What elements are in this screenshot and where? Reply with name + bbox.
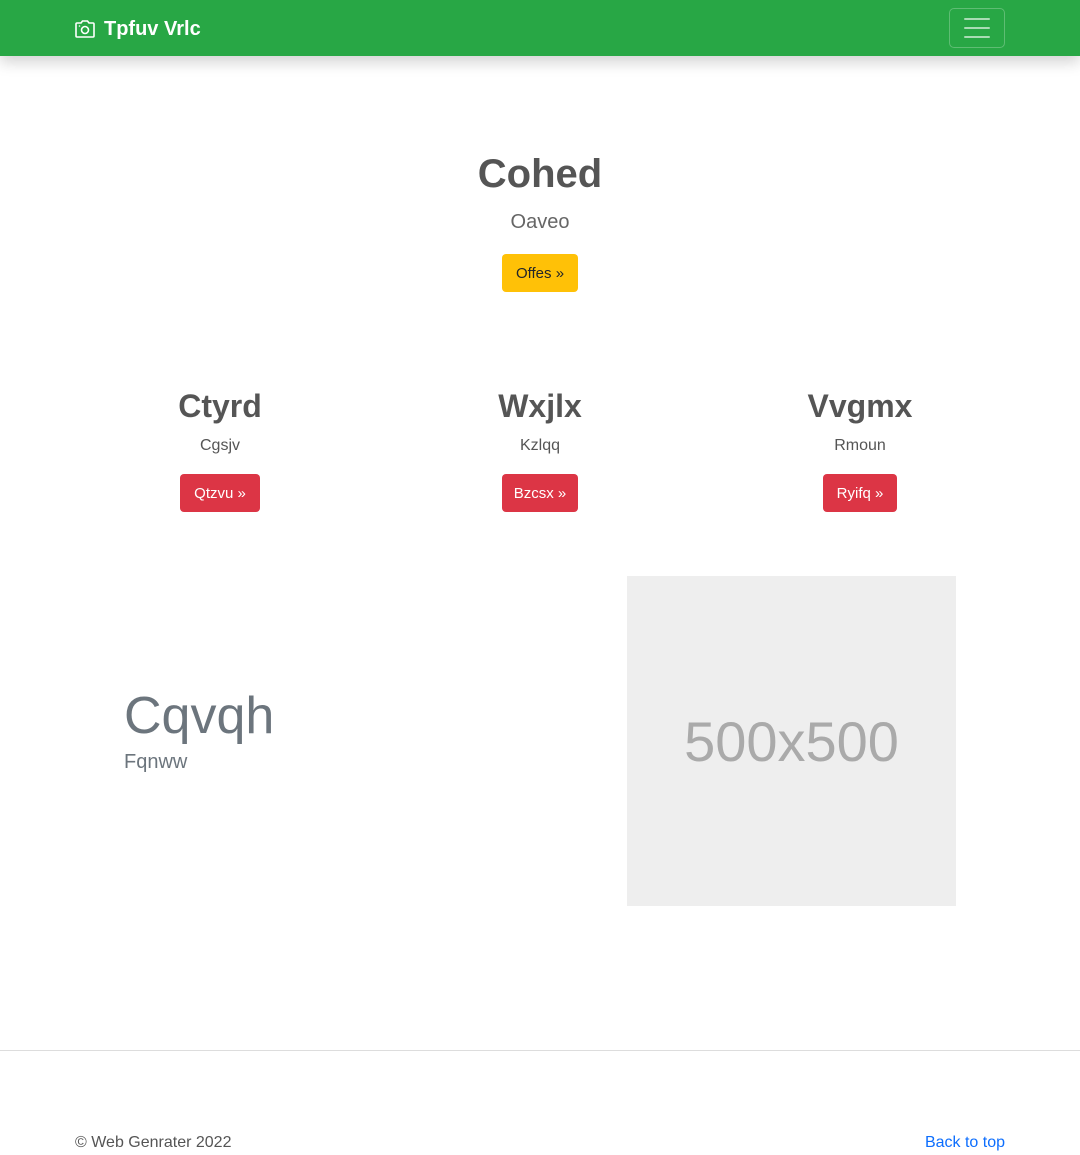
- footer-divider: [0, 1050, 1080, 1051]
- feature-subtitle-3: Rmoun: [834, 437, 886, 454]
- feature-title-3: Vvgmx: [807, 388, 913, 424]
- navbar-brand[interactable]: Tpfuv Vrlc: [75, 15, 201, 43]
- navbar-toggler-button[interactable]: [949, 8, 1005, 48]
- camera-icon: [75, 20, 95, 38]
- hero-subtitle: Oaveo: [510, 211, 570, 233]
- feature-title-1: Ctyrd: [178, 388, 262, 424]
- feature-button-2[interactable]: Bzcsx »: [502, 474, 578, 512]
- feature-button-1[interactable]: Qtzvu »: [180, 474, 260, 512]
- showcase-title: Cqvqh: [124, 687, 275, 745]
- feature-subtitle-2: Kzlqq: [519, 437, 561, 454]
- feature-title-2: Wxjlx: [498, 388, 582, 424]
- navbar: Tpfuv Vrlc: [0, 0, 1080, 56]
- hero-title: Cohed: [477, 152, 603, 196]
- feature-subtitle-1: Cgsjv: [199, 437, 240, 454]
- feature-button-3[interactable]: Ryifq »: [823, 474, 897, 512]
- hamburger-menu-icon: [964, 18, 990, 20]
- footer-copyright: © Web Genrater 2022: [75, 1134, 232, 1151]
- showcase-subtitle: Fqnww: [124, 751, 188, 773]
- back-to-top-link[interactable]: Back to top: [925, 1134, 1005, 1152]
- brand-name: Tpfuv Vrlc: [104, 17, 201, 40]
- hero-button[interactable]: Offes »: [502, 254, 578, 292]
- placeholder-image: 500x500: [627, 576, 956, 906]
- placeholder-image-label: 500x500: [684, 709, 899, 773]
